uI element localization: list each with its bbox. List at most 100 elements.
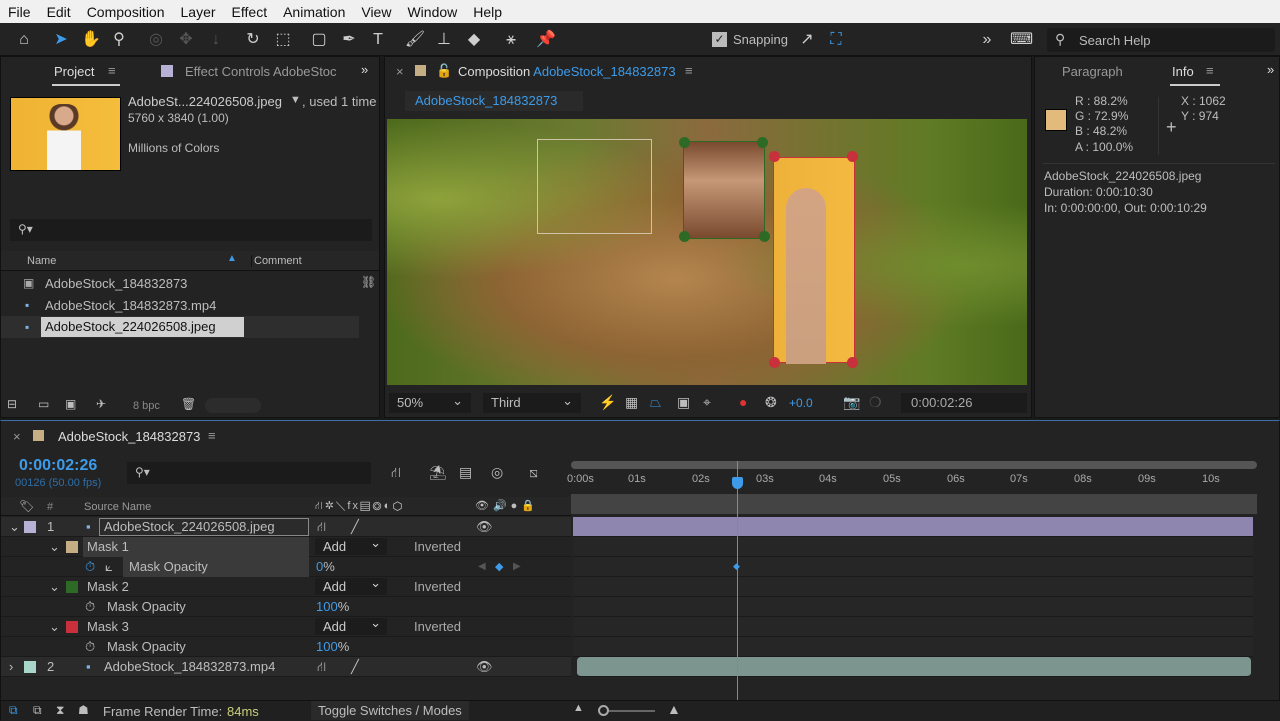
- roto-brush-icon[interactable]: ⚹: [500, 29, 522, 51]
- layer-row[interactable]: ⌄ 1 ▪ AdobeStock_224026508.jpeg ⛙ ╱ 👁: [1, 517, 571, 537]
- current-time-indicator[interactable]: [737, 461, 738, 721]
- tab-project[interactable]: Project: [54, 64, 94, 79]
- property-row[interactable]: ⏱ Mask Opacity 100%: [1, 597, 571, 617]
- menu-effect[interactable]: Effect: [224, 4, 276, 20]
- grid-guides-icon[interactable]: ⌖: [703, 394, 711, 411]
- tab-timeline[interactable]: AdobeStock_184832873: [58, 429, 200, 444]
- col-name-header[interactable]: Name: [27, 255, 56, 267]
- layer-row[interactable]: › 2 ▪ AdobeStock_184832873.mp4 ⛙ ╱ 👁: [1, 657, 571, 677]
- transparency-grid-icon[interactable]: ▦: [625, 394, 638, 411]
- hand-tool-icon[interactable]: ✋: [80, 29, 102, 51]
- eraser-tool-icon[interactable]: ◆: [463, 29, 485, 51]
- bit-depth[interactable]: 8 bpc: [133, 400, 160, 412]
- mask-color-swatch[interactable]: [66, 541, 78, 553]
- flowchart-icon[interactable]: ⛓: [361, 275, 376, 289]
- fast-previews-icon[interactable]: ⚡: [599, 394, 616, 411]
- tab-paragraph[interactable]: Paragraph: [1062, 64, 1123, 79]
- exposure-value[interactable]: +0.0: [789, 396, 813, 410]
- brush-tool-icon[interactable]: 🖌: [404, 29, 426, 51]
- close-tab-icon[interactable]: ×: [396, 64, 404, 79]
- stopwatch-icon[interactable]: ⏱: [85, 597, 95, 617]
- col-comment-header[interactable]: Comment: [251, 255, 302, 267]
- dolly-tool-icon[interactable]: ↓: [205, 29, 227, 51]
- mask-name[interactable]: Mask 2: [87, 577, 129, 597]
- mask-mode-dropdown[interactable]: Add: [315, 534, 387, 555]
- panel-menu-icon[interactable]: ≡: [1206, 63, 1214, 78]
- timeline-search-input[interactable]: ⚲▾: [127, 462, 371, 484]
- project-item[interactable]: ▣ AdobeStock_184832873 ⛓: [1, 272, 379, 294]
- property-row[interactable]: ⏱ ⟀ Mask Opacity 0% ◀ ◆ ▶: [1, 557, 571, 577]
- panel-menu-icon[interactable]: ≡: [208, 428, 216, 443]
- menu-file[interactable]: File: [0, 4, 39, 20]
- expand-chevron-icon[interactable]: ⌄: [49, 537, 60, 557]
- resolution-dropdown[interactable]: Third ⌄: [483, 393, 581, 413]
- menu-view[interactable]: View: [353, 4, 399, 20]
- expand-workspaces-icon[interactable]: »: [976, 29, 998, 51]
- prev-keyframe-icon[interactable]: ◀: [478, 557, 486, 577]
- mask-inverted-toggle[interactable]: Inverted: [414, 617, 461, 637]
- composition-viewer[interactable]: [387, 119, 1027, 385]
- zoom-out-icon[interactable]: ▲: [573, 702, 584, 714]
- home-icon[interactable]: ⌂: [13, 29, 35, 51]
- selection-tool-icon[interactable]: ➤: [50, 29, 72, 51]
- menu-composition[interactable]: Composition: [79, 4, 173, 20]
- layer-label-color[interactable]: [24, 521, 36, 533]
- expand-chevron-icon[interactable]: ⌄: [49, 577, 60, 597]
- search-help-input[interactable]: ⚲ Search Help: [1047, 28, 1275, 52]
- project-search-input[interactable]: ⚲▾: [10, 219, 372, 241]
- transfer-controls-icon[interactable]: ⧉: [33, 703, 42, 718]
- rectangle-tool-icon[interactable]: ▢: [308, 29, 330, 51]
- motion-blur-icon[interactable]: ◎: [491, 464, 503, 481]
- frame-blending-icon[interactable]: ▤: [459, 464, 472, 481]
- mask-color-swatch[interactable]: [66, 621, 78, 633]
- stopwatch-icon[interactable]: ⏱: [85, 557, 95, 577]
- layer-label-color[interactable]: [24, 661, 36, 673]
- mask-inverted-toggle[interactable]: Inverted: [414, 577, 461, 597]
- shy-switch-icon[interactable]: ⛙: [317, 517, 326, 537]
- mask-row[interactable]: ⌄ Mask 3 Add Inverted: [1, 614, 571, 637]
- clone-stamp-icon[interactable]: ⊥: [433, 29, 455, 51]
- delete-icon[interactable]: 🗑: [181, 397, 196, 411]
- selected-item-name[interactable]: AdobeSt...224026508.jpeg: [128, 94, 282, 109]
- type-tool-icon[interactable]: T: [367, 29, 389, 51]
- stopwatch-icon[interactable]: ⏱: [85, 637, 95, 657]
- keyframe-icon[interactable]: ◆: [495, 557, 503, 577]
- render-queue-icon[interactable]: ✈: [96, 397, 106, 411]
- render-time-icon[interactable]: ☗: [78, 703, 89, 717]
- property-row[interactable]: ⏱ Mask Opacity 100%: [1, 637, 571, 657]
- panel-menu-icon[interactable]: ≡: [685, 63, 693, 78]
- mask-name[interactable]: Mask 3: [87, 617, 129, 637]
- work-area-bar[interactable]: [571, 461, 1257, 469]
- orbit-tool-icon[interactable]: ◎: [145, 29, 167, 51]
- layer-bar[interactable]: [577, 657, 1251, 677]
- reset-exposure-icon[interactable]: ❂: [765, 394, 777, 411]
- pen-tool-icon[interactable]: ✒: [338, 29, 360, 51]
- mask-inverted-toggle[interactable]: Inverted: [414, 537, 461, 557]
- expand-panels-icon[interactable]: »: [361, 62, 368, 77]
- mask-mode-dropdown[interactable]: Add: [315, 574, 387, 595]
- time-navigator[interactable]: [571, 494, 1257, 514]
- magnification-dropdown[interactable]: 50% ⌄: [389, 393, 471, 413]
- thumbnail-slider[interactable]: [205, 398, 261, 413]
- rotate-tool-icon[interactable]: ↻: [242, 29, 264, 51]
- region-of-interest-icon[interactable]: ▣: [677, 394, 690, 411]
- quality-switch-icon[interactable]: ╱: [351, 517, 359, 537]
- layer-name[interactable]: AdobeStock_224026508.jpeg: [99, 518, 309, 536]
- expand-panels-icon[interactable]: »: [1267, 62, 1274, 77]
- puppet-tool-icon[interactable]: 📌: [535, 29, 557, 51]
- comp-timecode[interactable]: 0:00:02:26: [901, 393, 1027, 413]
- mask-row[interactable]: ⌄ Mask 2 Add Inverted: [1, 574, 571, 597]
- composition-mini-flowchart-icon[interactable]: ⛙: [391, 464, 401, 483]
- expand-chevron-icon[interactable]: ›: [9, 657, 13, 677]
- tab-info[interactable]: Info: [1172, 64, 1194, 79]
- snap-guides-icon[interactable]: ⛶: [825, 29, 847, 51]
- mask-opacity-value[interactable]: 100: [316, 639, 338, 654]
- playhead-handle[interactable]: [732, 477, 743, 489]
- project-item-selected[interactable]: ▪ AdobeStock_224026508.jpeg: [1, 316, 359, 338]
- expand-chevron-icon[interactable]: ⌄: [49, 617, 60, 637]
- workspace-icon[interactable]: ⌨: [1010, 29, 1033, 51]
- panel-menu-icon[interactable]: ≡: [108, 63, 116, 78]
- mask-row[interactable]: ⌄ Mask 1 Add Inverted: [1, 534, 571, 557]
- layer-name[interactable]: AdobeStock_184832873.mp4: [104, 657, 275, 677]
- project-item[interactable]: ▪ AdobeStock_184832873.mp4: [1, 294, 379, 316]
